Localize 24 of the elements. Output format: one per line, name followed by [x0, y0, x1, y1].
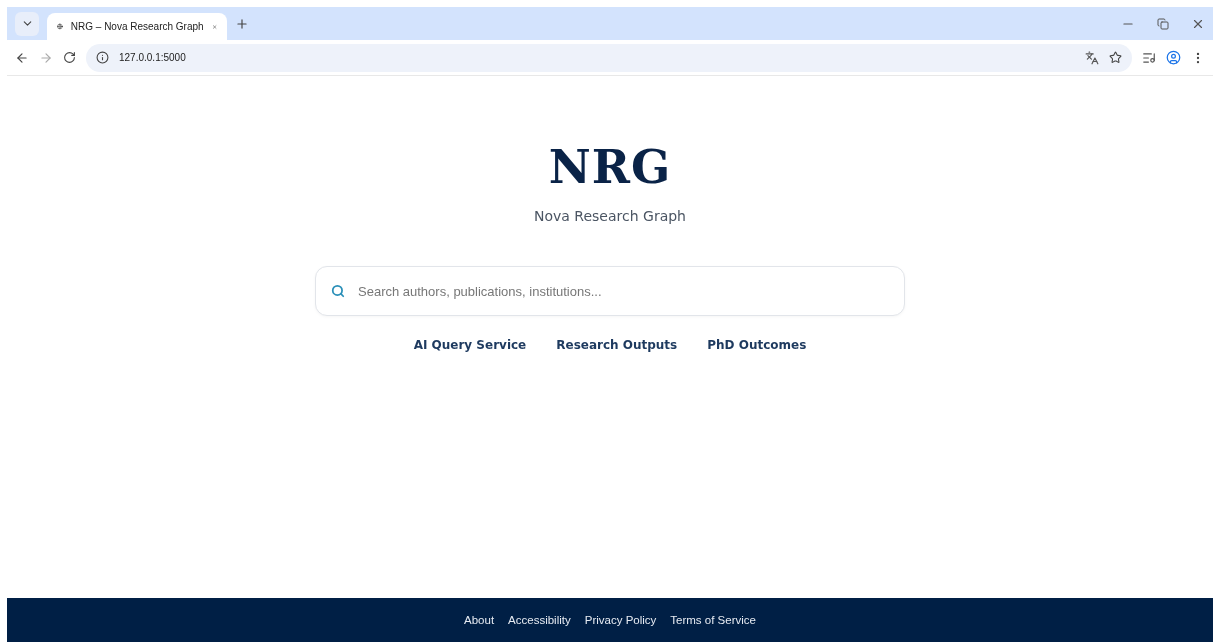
tab-list-button[interactable] — [15, 11, 39, 36]
nav-link[interactable]: AI Query Service — [413, 338, 527, 352]
address-bar[interactable]: 127.0.0.1:5000 — [86, 43, 1132, 72]
footer-link[interactable]: About — [464, 614, 495, 626]
translate-icon[interactable] — [1085, 50, 1099, 65]
subtitle: Nova Research Graph — [534, 208, 686, 224]
star-icon[interactable] — [1109, 51, 1122, 64]
footer-link[interactable]: Accessibility — [508, 614, 571, 626]
search-icon — [331, 284, 345, 298]
logo: NRG — [548, 140, 672, 194]
media-icon[interactable] — [1142, 50, 1156, 65]
reload-icon[interactable] — [63, 51, 76, 64]
back-icon[interactable] — [15, 50, 29, 65]
new-tab-icon[interactable] — [235, 16, 249, 31]
info-icon[interactable] — [96, 51, 109, 64]
browser-tab[interactable]: NRG – Nova Research Graph — [47, 13, 227, 40]
nav-link[interactable]: Research Outputs — [556, 338, 678, 352]
profile-icon[interactable] — [1166, 50, 1181, 65]
restore-icon[interactable] — [1157, 17, 1169, 30]
footer-link[interactable]: Terms of Service — [670, 614, 756, 626]
search-field[interactable]: Search authors, publications, institutions... — [315, 266, 905, 316]
tab-title: NRG – Nova Research Graph — [70, 21, 204, 32]
footer-link[interactable]: Privacy Policy — [584, 614, 657, 626]
nav-link[interactable]: PhD Outcomes — [707, 338, 807, 352]
